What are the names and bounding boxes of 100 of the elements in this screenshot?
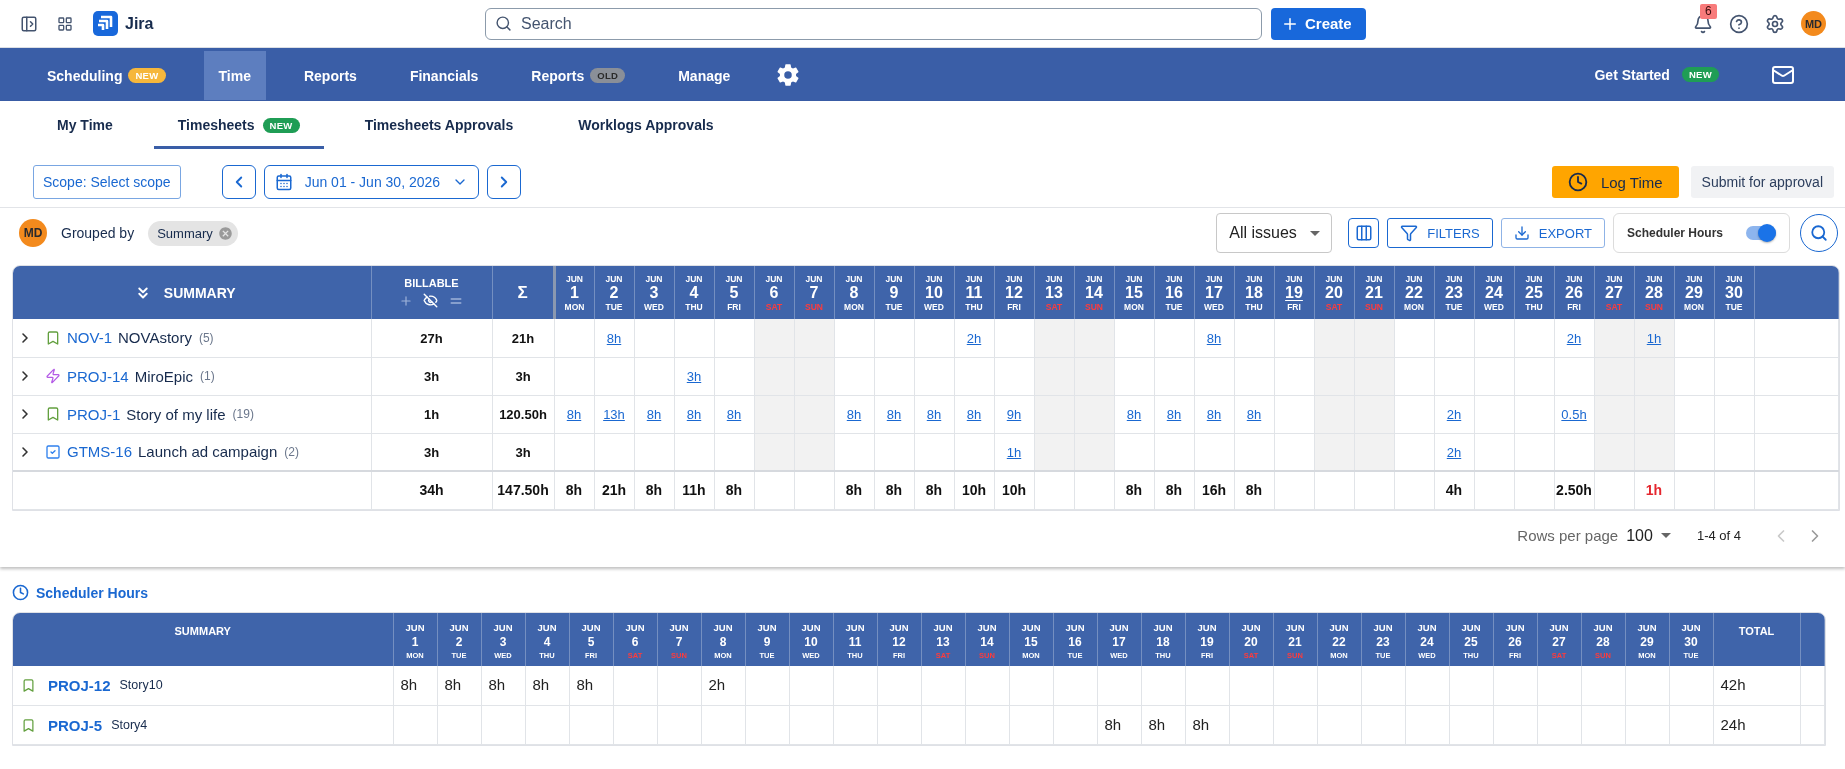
- issue-key-link[interactable]: PROJ-1: [67, 405, 121, 423]
- search-button[interactable]: [1800, 214, 1838, 252]
- create-button[interactable]: Create: [1271, 7, 1366, 40]
- hours-link[interactable]: 3h: [686, 369, 702, 384]
- hours-link[interactable]: 8h: [1126, 407, 1142, 422]
- nav-item[interactable]: Scheduling NEW: [32, 51, 181, 100]
- user-avatar[interactable]: MD: [19, 219, 47, 247]
- user-avatar[interactable]: MD: [1801, 11, 1826, 36]
- grouped-by-label: Grouped by: [61, 225, 135, 241]
- issue-key-link[interactable]: PROJ-14: [67, 367, 129, 385]
- month-label: JUN: [1373, 620, 1393, 635]
- group-chip[interactable]: Summary: [148, 220, 238, 246]
- scheduled-hours: 8h: [1148, 716, 1166, 733]
- hours-link[interactable]: 2h: [1446, 407, 1462, 422]
- day-number: 20: [1325, 283, 1343, 302]
- tab[interactable]: Timesheets NEW: [153, 101, 324, 149]
- hours-link[interactable]: 9h: [1006, 407, 1022, 422]
- tab[interactable]: Worklogs Approvals: [554, 101, 738, 149]
- nav-item[interactable]: Reports: [288, 51, 372, 100]
- hours-link[interactable]: 8h: [1246, 407, 1262, 422]
- hours-link[interactable]: 8h: [926, 407, 942, 422]
- hours-link[interactable]: 1h: [1006, 444, 1022, 460]
- scheduled-hours: 2h: [708, 676, 726, 694]
- month-label: JUN: [605, 273, 623, 284]
- nav-item[interactable]: Financials: [394, 51, 494, 100]
- day-number: 24: [1485, 283, 1503, 302]
- app-logo[interactable]: [93, 11, 118, 36]
- clock-icon: [12, 584, 29, 601]
- hours-link[interactable]: 8h: [886, 407, 902, 422]
- issue-key-link[interactable]: PROJ-12: [48, 676, 111, 694]
- billable-total: 34h: [419, 482, 444, 499]
- month-label: JUN: [1365, 273, 1383, 284]
- issue-title: MiroEpic: [134, 367, 194, 385]
- day-number: 5: [587, 634, 595, 649]
- log-time-button[interactable]: Log Time: [1551, 166, 1679, 198]
- get-started-link[interactable]: Get Started NEW: [1594, 66, 1719, 83]
- bell-icon[interactable]: [1693, 13, 1713, 34]
- issue-key-link[interactable]: PROJ-5: [48, 716, 103, 734]
- day-number: 25: [1525, 283, 1543, 302]
- daily-total: 8h: [1125, 482, 1143, 499]
- hours-link[interactable]: 13h: [603, 407, 625, 422]
- month-label: JUN: [1593, 620, 1613, 635]
- hours-link[interactable]: 8h: [1206, 330, 1222, 346]
- hours-link[interactable]: 8h: [686, 407, 702, 422]
- search-field[interactable]: Search: [485, 7, 1262, 40]
- month-label: JUN: [1525, 273, 1543, 284]
- previous-button[interactable]: [221, 165, 256, 199]
- eye-off-icon[interactable]: [423, 293, 438, 308]
- grid-icon[interactable]: [57, 15, 73, 32]
- day-number: 29: [1640, 634, 1654, 649]
- export-button[interactable]: EXPORT: [1500, 218, 1605, 248]
- hours-link[interactable]: 2h: [1446, 444, 1462, 460]
- product-name: Jira: [125, 14, 154, 33]
- nav-item[interactable]: Time: [203, 51, 266, 100]
- toggle-switch[interactable]: [1746, 224, 1776, 242]
- daily-total: 8h: [565, 482, 583, 499]
- weekday-label: THU: [1525, 301, 1543, 312]
- settings-icon[interactable]: [1765, 13, 1785, 34]
- hours-link[interactable]: 8h: [726, 407, 742, 422]
- month-label: JUN: [1153, 620, 1173, 635]
- issue-key-link[interactable]: NOV-1: [67, 329, 112, 347]
- date-range-button[interactable]: Jun 01 - Jun 30, 2026: [263, 165, 480, 199]
- month-label: JUN: [685, 273, 703, 284]
- hours-link[interactable]: 8h: [566, 407, 582, 422]
- hours-link[interactable]: 8h: [646, 407, 662, 422]
- filters-button[interactable]: FILTERS: [1387, 218, 1493, 248]
- hours-link[interactable]: 8h: [606, 330, 622, 346]
- new-badge: NEW: [1681, 67, 1719, 82]
- day-number: 24: [1420, 634, 1434, 649]
- hours-link[interactable]: 2h: [1566, 330, 1582, 346]
- hours-link[interactable]: 1h: [1646, 330, 1662, 346]
- tab[interactable]: My Time: [33, 101, 137, 149]
- next-button[interactable]: [487, 165, 522, 199]
- panel-icon[interactable]: [20, 14, 38, 33]
- hours-link[interactable]: 8h: [1166, 407, 1182, 422]
- month-label: JUN: [1565, 273, 1583, 284]
- column-title: TOTAL: [1738, 624, 1775, 637]
- issue-key-link[interactable]: GTMS-16: [67, 443, 132, 461]
- nav-item[interactable]: Reports OLD: [516, 51, 641, 100]
- scheduled-hours: 8h: [576, 676, 594, 694]
- day-number: 27: [1552, 634, 1566, 649]
- nav-item[interactable]: Manage: [663, 51, 746, 100]
- hours-link[interactable]: 8h: [846, 407, 862, 422]
- day-number: 8: [719, 634, 727, 649]
- hours-link[interactable]: 8h: [1206, 407, 1222, 422]
- scope-button[interactable]: Scope: Select scope: [33, 165, 181, 199]
- hours-link[interactable]: 2h: [966, 330, 982, 346]
- weekday-label: FRI: [1287, 301, 1301, 312]
- rows-per-page-select[interactable]: 100: [1626, 526, 1671, 545]
- columns-button[interactable]: [1348, 218, 1380, 248]
- help-icon[interactable]: [1729, 13, 1749, 34]
- hours-link[interactable]: 8h: [966, 407, 982, 422]
- tab[interactable]: Timesheets Approvals: [340, 101, 538, 149]
- submit-button[interactable]: Submit for approval: [1690, 166, 1834, 198]
- daily-total: 11h: [682, 482, 706, 499]
- day-number: 10: [804, 634, 818, 649]
- settings-icon[interactable]: [776, 62, 801, 87]
- hours-link[interactable]: 0.5h: [1561, 407, 1587, 422]
- issues-select[interactable]: All issues: [1216, 213, 1333, 253]
- month-label: JUN: [581, 620, 601, 635]
